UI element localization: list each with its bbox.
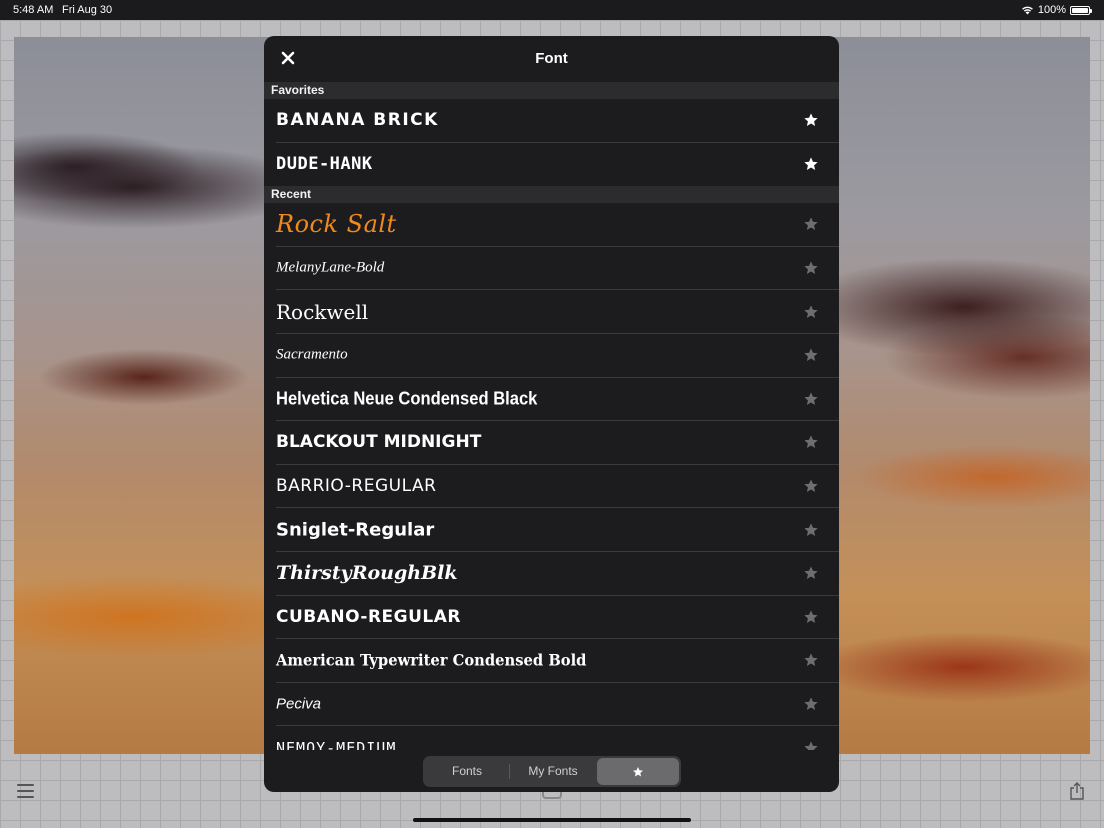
star-icon[interactable] xyxy=(803,216,819,232)
font-name: Helvetica Neue Condensed Black xyxy=(276,388,538,409)
star-icon[interactable] xyxy=(803,522,819,538)
font-name: Peciva xyxy=(276,695,322,713)
font-row[interactable]: BANANA BRICK xyxy=(276,99,839,143)
star-icon[interactable] xyxy=(803,740,819,750)
font-name: CUBANO-REGULAR xyxy=(276,606,461,627)
font-name: BARRIO-REGULAR xyxy=(276,476,437,497)
font-row[interactable]: NEMOY-MEDIUM xyxy=(276,726,839,750)
star-icon[interactable] xyxy=(803,696,819,712)
modal-header: Font xyxy=(264,36,839,82)
star-icon[interactable] xyxy=(803,156,819,172)
segment-favorites[interactable] xyxy=(597,758,679,785)
modal-title: Font xyxy=(535,50,568,67)
star-icon[interactable] xyxy=(803,652,819,668)
font-row[interactable]: Peciva xyxy=(276,683,839,727)
star-icon[interactable] xyxy=(803,434,819,450)
star-icon[interactable] xyxy=(803,260,819,276)
font-name: American Typewriter Condensed Bold xyxy=(276,650,587,670)
font-source-segmented-control: Fonts My Fonts xyxy=(423,756,681,787)
status-right: 100% xyxy=(1021,0,1092,20)
font-name: ThirstyRoughBlk xyxy=(276,562,458,585)
segment-fonts[interactable]: Fonts xyxy=(425,758,509,785)
font-row[interactable]: Helvetica Neue Condensed Black xyxy=(276,378,839,422)
battery-percent: 100% xyxy=(1037,4,1066,16)
font-name: Rock Salt xyxy=(276,210,397,239)
star-icon[interactable] xyxy=(803,391,819,407)
star-icon[interactable] xyxy=(803,304,819,320)
font-row[interactable]: Sniglet-Regular xyxy=(276,508,839,552)
home-indicator xyxy=(413,818,691,822)
font-name: MelanyLane-Bold xyxy=(276,259,385,276)
status-bar: 5:48 AM Fri Aug 30 100% xyxy=(0,0,1104,20)
font-row[interactable]: BLACKOUT MIDNIGHT xyxy=(276,421,839,465)
font-row[interactable]: ThirstyRoughBlk xyxy=(276,552,839,596)
font-row[interactable]: Sacramento xyxy=(276,334,839,378)
font-row[interactable]: BARRIO-REGULAR xyxy=(276,465,839,509)
wifi-icon xyxy=(1021,6,1033,15)
font-row[interactable]: CUBANO-REGULAR xyxy=(276,596,839,640)
font-list[interactable]: Favorites BANANA BRICK DUDE-HANK Recent … xyxy=(264,82,839,750)
font-picker-modal: Font Favorites BANANA BRICK DUDE-HANK Re… xyxy=(264,36,839,792)
font-name: Sacramento xyxy=(276,346,348,363)
font-row[interactable]: Rock Salt xyxy=(276,203,839,247)
font-name: Rockwell xyxy=(276,299,369,324)
menu-icon[interactable] xyxy=(17,784,34,798)
section-header-recent: Recent xyxy=(264,186,839,204)
star-icon[interactable] xyxy=(803,112,819,128)
font-name: BANANA BRICK xyxy=(276,110,439,131)
star-icon[interactable] xyxy=(803,347,819,363)
section-header-favorites: Favorites xyxy=(264,82,839,99)
star-icon[interactable] xyxy=(803,565,819,581)
battery-icon xyxy=(1070,5,1092,15)
font-name: Sniglet-Regular xyxy=(276,519,435,541)
status-time: 5:48 AM xyxy=(13,4,54,16)
star-icon[interactable] xyxy=(803,478,819,494)
font-row[interactable]: MelanyLane-Bold xyxy=(276,247,839,291)
share-icon[interactable] xyxy=(1069,782,1085,800)
font-row[interactable]: DUDE-HANK xyxy=(276,143,839,187)
font-name: BLACKOUT MIDNIGHT xyxy=(276,432,482,453)
status-date: Fri Aug 30 xyxy=(62,4,113,16)
font-name: NEMOY-MEDIUM xyxy=(276,738,397,750)
star-icon xyxy=(633,766,643,776)
font-row[interactable]: Rockwell xyxy=(276,290,839,334)
font-name: DUDE-HANK xyxy=(276,154,373,175)
font-row[interactable]: American Typewriter Condensed Bold xyxy=(276,639,839,683)
segment-my-fonts[interactable]: My Fonts xyxy=(509,758,597,785)
star-icon[interactable] xyxy=(803,609,819,625)
